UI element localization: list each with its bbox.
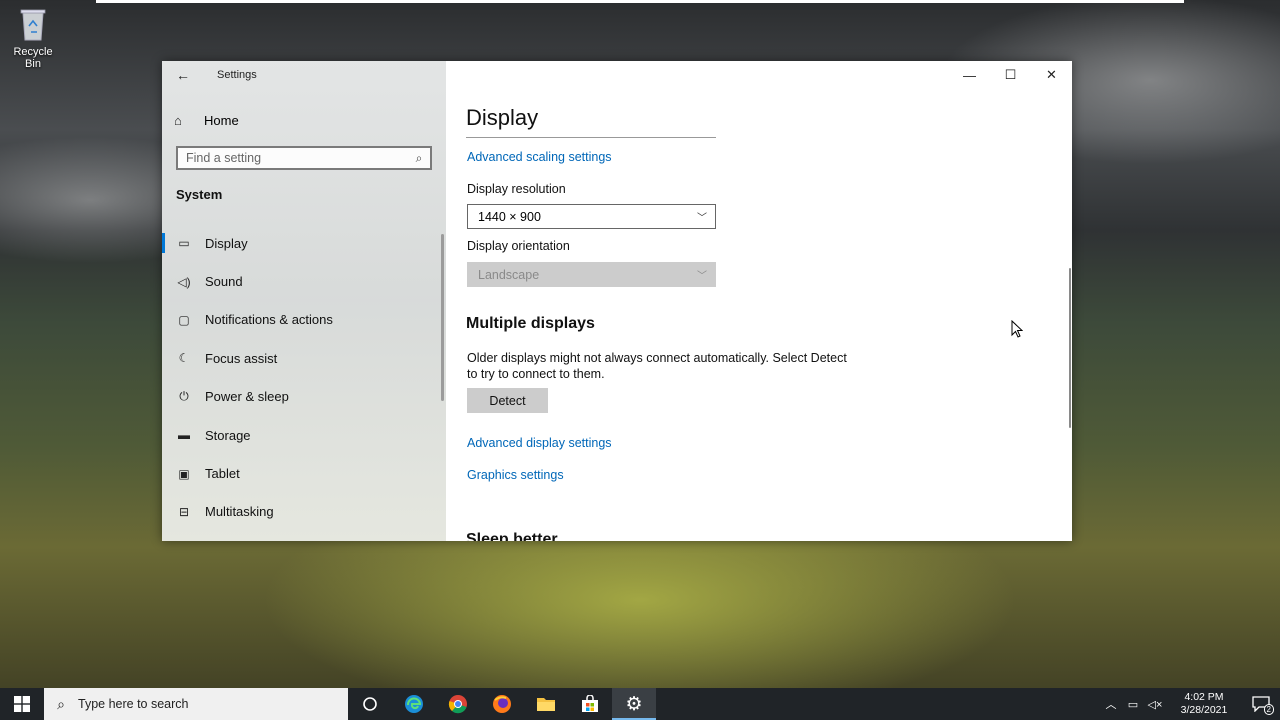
edge-icon	[405, 695, 423, 713]
sidebar-item-tablet[interactable]: ▣ Tablet	[162, 454, 446, 492]
task-view-button[interactable]	[348, 688, 392, 720]
notification-count-badge: 2	[1263, 704, 1274, 715]
taskbar-app-firefox[interactable]	[480, 688, 524, 720]
settings-sidebar: ← Settings ⌂ Home ⌕ System ▭ Display ◁) …	[162, 61, 446, 541]
find-setting-search: ⌕	[176, 146, 432, 170]
desktop-icon-label: Recycle Bin	[13, 46, 53, 70]
section-title: System	[176, 187, 223, 202]
taskbar-app-store[interactable]	[568, 688, 612, 720]
windows-logo-icon	[14, 696, 30, 712]
maximize-icon[interactable]: ☐	[990, 61, 1031, 89]
sidebar-item-multitasking[interactable]: ⊟ Multitasking	[162, 493, 446, 531]
tablet-icon: ▣	[178, 466, 190, 481]
store-icon	[582, 695, 598, 712]
power-icon: ⏻	[179, 389, 189, 404]
sidebar-item-label: Tablet	[205, 466, 240, 482]
content-scrollbar[interactable]	[1069, 268, 1071, 428]
folder-icon	[537, 698, 555, 711]
find-setting-input[interactable]	[178, 148, 408, 168]
sidebar-item-sound[interactable]: ◁) Sound	[162, 262, 446, 300]
advanced-display-link[interactable]: Advanced display settings	[467, 436, 612, 450]
volume-muted-icon[interactable]: ◁×	[1144, 698, 1166, 711]
sidebar-item-label: Sound	[205, 274, 243, 290]
taskbar-search-box[interactable]: ⌕ Type here to search	[44, 688, 348, 720]
resolution-dropdown[interactable]: 1440 × 900 ﹀	[467, 204, 716, 229]
settings-window: ← Settings ⌂ Home ⌕ System ▭ Display ◁) …	[162, 61, 1072, 541]
chevron-up-icon[interactable]: ︿	[1100, 696, 1122, 712]
sidebar-item-label: Multitasking	[205, 504, 274, 520]
sidebar-item-label: Notifications & actions	[205, 312, 333, 328]
taskbar-app-settings[interactable]: ⚙	[612, 688, 656, 720]
orientation-value: Landscape	[478, 267, 540, 282]
recycle-bin-icon	[18, 6, 48, 42]
taskbar-app-chrome[interactable]	[436, 688, 480, 720]
taskbar-app-edge[interactable]	[392, 688, 436, 720]
search-icon: ⌕	[57, 695, 65, 712]
resolution-value: 1440 × 900	[478, 209, 541, 224]
speaker-icon: ◁)	[177, 274, 191, 289]
storage-icon: ▬	[178, 428, 190, 443]
close-icon[interactable]: ✕	[1031, 61, 1072, 89]
multitasking-icon: ⊟	[178, 504, 190, 519]
sidebar-scrollbar[interactable]	[441, 234, 444, 401]
title-divider	[466, 137, 716, 138]
sidebar-item-focus-assist[interactable]: ☾ Focus assist	[162, 339, 446, 377]
taskbar-app-file-explorer[interactable]	[524, 688, 568, 720]
back-arrow-icon[interactable]: ←	[172, 66, 194, 84]
sidebar-item-power-sleep[interactable]: ⏻ Power & sleep	[162, 378, 446, 416]
multiple-displays-heading: Multiple displays	[466, 315, 595, 332]
sidebar-item-label: Storage	[205, 427, 251, 443]
multiple-displays-description: Older displays might not always connect …	[467, 351, 847, 381]
sidebar-item-display[interactable]: ▭ Display	[162, 224, 446, 262]
sidebar-item-label: Display	[205, 235, 248, 251]
system-tray: ︿ ▭ ◁× 4:02 PM 3/28/2021 2	[1100, 688, 1280, 720]
minimize-icon[interactable]: —	[949, 61, 990, 89]
network-icon[interactable]: ▭	[1122, 698, 1144, 711]
home-button[interactable]: ⌂ Home	[174, 109, 239, 131]
moon-icon: ☾	[178, 351, 190, 366]
sidebar-nav: ▭ Display ◁) Sound ▢ Notifications & act…	[162, 224, 446, 531]
notification-icon: ▢	[178, 312, 190, 327]
detect-button[interactable]: Detect	[467, 388, 548, 413]
monitor-icon: ▭	[178, 236, 190, 251]
sidebar-item-storage[interactable]: ▬ Storage	[162, 416, 446, 454]
clock-time: 4:02 PM	[1184, 691, 1224, 703]
desktop-icon-recycle-bin[interactable]: Recycle Bin	[4, 6, 62, 70]
advanced-scaling-link[interactable]: Advanced scaling settings	[467, 150, 612, 164]
app-title: Settings	[217, 69, 257, 81]
title-bar[interactable]: ← Settings	[162, 61, 446, 89]
graphics-settings-link[interactable]: Graphics settings	[467, 468, 564, 482]
action-center-button[interactable]: 2	[1242, 688, 1280, 720]
taskbar-search-placeholder: Type here to search	[78, 697, 189, 711]
sidebar-item-label: Focus assist	[205, 350, 278, 366]
sidebar-item-notifications[interactable]: ▢ Notifications & actions	[162, 301, 446, 339]
top-edge-highlight	[96, 0, 1184, 3]
chrome-icon	[448, 695, 467, 714]
taskbar: ⌕ Type here to search ⚙ ︿ ▭ ◁× 4:02 PM 3…	[0, 688, 1280, 720]
gear-icon: ⚙	[625, 693, 643, 715]
clock[interactable]: 4:02 PM 3/28/2021	[1172, 691, 1236, 717]
resolution-label: Display resolution	[467, 182, 566, 196]
home-icon: ⌂	[174, 112, 182, 128]
orientation-label: Display orientation	[467, 239, 570, 253]
chevron-down-icon: ﹀	[697, 213, 707, 224]
sidebar-item-label: Power & sleep	[205, 389, 289, 405]
chevron-down-icon: ﹀	[697, 271, 707, 282]
mouse-pointer-icon	[1011, 320, 1023, 338]
firefox-icon	[493, 695, 511, 713]
clock-date: 3/28/2021	[1180, 704, 1228, 716]
page-title: Display	[466, 105, 539, 130]
orientation-dropdown: Landscape ﹀	[467, 262, 716, 287]
sleep-better-heading: Sleep better	[466, 531, 558, 541]
window-controls: — ☐ ✕	[949, 61, 1072, 89]
display-settings-pane: — ☐ ✕ Display Advanced scaling settings …	[446, 61, 1072, 541]
search-icon[interactable]: ⌕	[408, 151, 430, 166]
home-label: Home	[204, 112, 239, 128]
task-view-icon	[363, 697, 377, 711]
start-button[interactable]	[0, 688, 44, 720]
